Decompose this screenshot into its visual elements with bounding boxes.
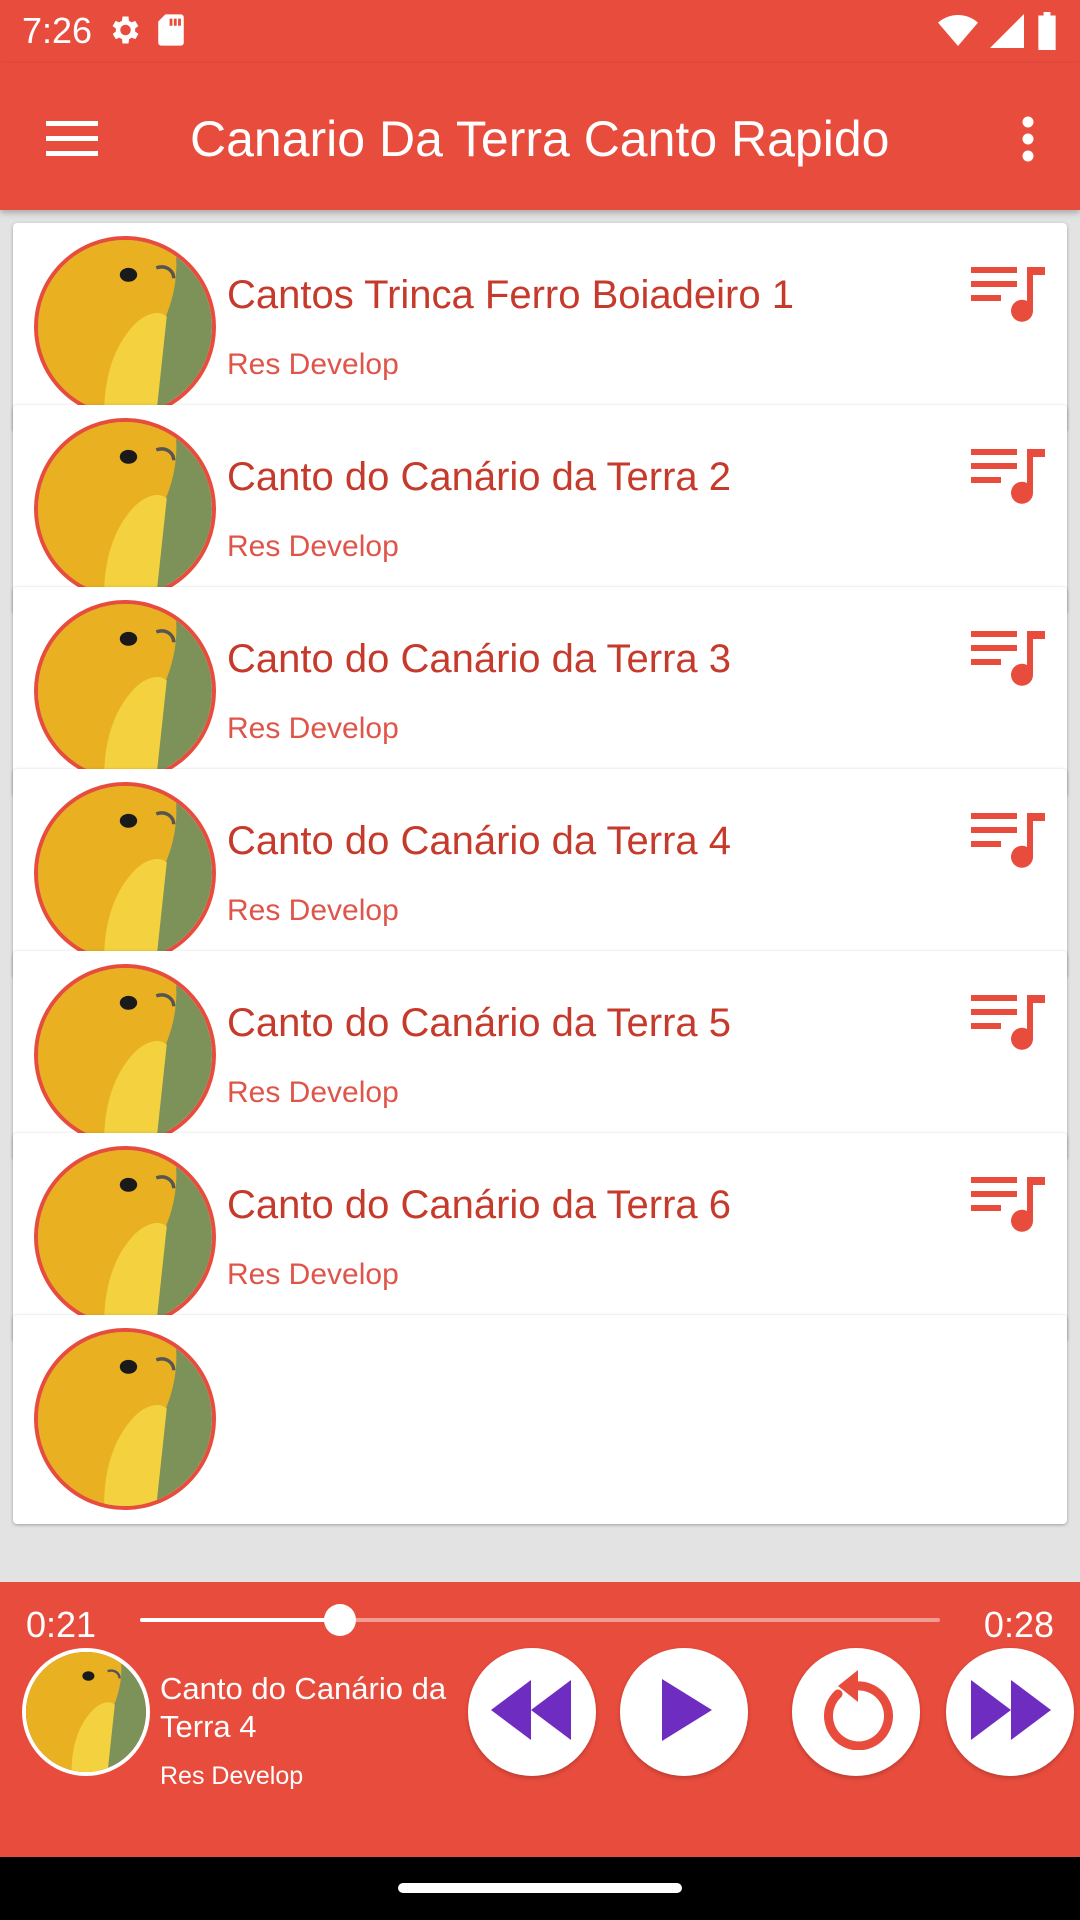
track-list-item[interactable]: Cantos Trinca Ferro Boiadeiro 1 Res Devel… (13, 223, 1067, 432)
sd-card-icon (156, 13, 186, 52)
status-icons-left (106, 12, 186, 53)
track-title: Canto do Canário da Terra 5 (227, 1001, 732, 1045)
seek-thumb[interactable] (324, 1604, 356, 1636)
queue-music-icon (971, 1175, 1047, 1238)
track-title: Canto do Canário da Terra 3 (227, 637, 732, 681)
track-artist: Res Develop (227, 712, 399, 745)
play-button[interactable] (620, 1648, 748, 1776)
system-nav-bar (0, 1857, 1080, 1920)
queue-music-icon (971, 993, 1047, 1056)
battery-icon (1036, 12, 1058, 55)
current-time: 0:21 (26, 1604, 97, 1645)
add-to-queue-button[interactable] (969, 625, 1049, 695)
now-playing-artwork[interactable] (22, 1648, 150, 1776)
hamburger-menu-icon[interactable] (36, 103, 108, 175)
add-to-queue-button[interactable] (969, 1171, 1049, 1241)
add-to-queue-button[interactable] (969, 807, 1049, 877)
now-playing-title: Canto do Canário da Terra 4 (160, 1671, 447, 1744)
queue-music-icon (971, 447, 1047, 510)
add-to-queue-button[interactable] (969, 261, 1049, 331)
wifi-icon (938, 14, 978, 53)
home-gesture-handle[interactable] (398, 1883, 682, 1893)
replay-icon (818, 1669, 894, 1755)
rewind-button[interactable] (468, 1648, 596, 1776)
fast-forward-button[interactable] (946, 1648, 1074, 1776)
track-artist: Res Develop (227, 1076, 399, 1109)
track-artwork (34, 782, 216, 964)
add-to-queue-button[interactable] (969, 443, 1049, 513)
queue-music-icon (971, 265, 1047, 328)
track-artist: Res Develop (227, 894, 399, 927)
track-list-item[interactable] (13, 1315, 1067, 1524)
track-artwork (34, 600, 216, 782)
track-list-item[interactable]: Canto do Canário da Terra 6 Res Develop (13, 1133, 1067, 1342)
signal-icon (990, 14, 1024, 53)
total-time: 0:28 (983, 1604, 1054, 1645)
track-list-item[interactable]: Canto do Canário da Terra 3 Res Develop (13, 587, 1067, 796)
queue-music-icon (971, 629, 1047, 692)
track-list-item[interactable]: Canto do Canário da Terra 5 Res Develop (13, 951, 1067, 1160)
track-title: Canto do Canário da Terra 6 (227, 1183, 732, 1227)
seek-bar[interactable] (140, 1604, 940, 1636)
more-vert-icon[interactable] (998, 103, 1058, 175)
queue-music-icon (971, 811, 1047, 874)
track-artist: Res Develop (227, 348, 399, 381)
add-to-queue-button[interactable] (969, 989, 1049, 1059)
seek-progress (140, 1618, 340, 1622)
fast-forward-icon (969, 1679, 1051, 1745)
rewind-icon (491, 1679, 573, 1745)
track-artwork (34, 1328, 216, 1510)
play-icon (656, 1678, 712, 1746)
track-title: Canto do Canário da Terra 4 (227, 819, 732, 863)
track-list-item[interactable]: Canto do Canário da Terra 2 Res Develop (13, 405, 1067, 614)
track-title: Canto do Canário da Terra 2 (227, 455, 732, 499)
mini-player: 0:21 0:28 Canto do Canário da Terra 4 Re… (0, 1582, 1080, 1857)
track-artwork (34, 1146, 216, 1328)
track-artwork (34, 964, 216, 1146)
replay-button[interactable] (792, 1648, 920, 1776)
track-artist: Res Develop (227, 530, 399, 563)
track-artwork (34, 236, 216, 418)
app-bar: Canario Da Terra Canto Rapido (0, 63, 1080, 210)
track-artist: Res Develop (227, 1258, 399, 1291)
status-bar: 7:26 (0, 0, 1080, 63)
track-artwork (34, 418, 216, 600)
track-list-item[interactable]: Canto do Canário da Terra 4 Res Develop (13, 769, 1067, 978)
track-list[interactable]: Cantos Trinca Ferro Boiadeiro 1 Res Devel… (0, 210, 1080, 1582)
track-title: Cantos Trinca Ferro Boiadeiro 1 (227, 273, 794, 317)
now-playing-artist: Res Develop (160, 1762, 304, 1790)
status-time: 7:26 (22, 10, 93, 51)
status-icons-right (938, 12, 1058, 55)
settings-icon (106, 12, 142, 53)
page-title: Canario Da Terra Canto Rapido (190, 111, 890, 167)
